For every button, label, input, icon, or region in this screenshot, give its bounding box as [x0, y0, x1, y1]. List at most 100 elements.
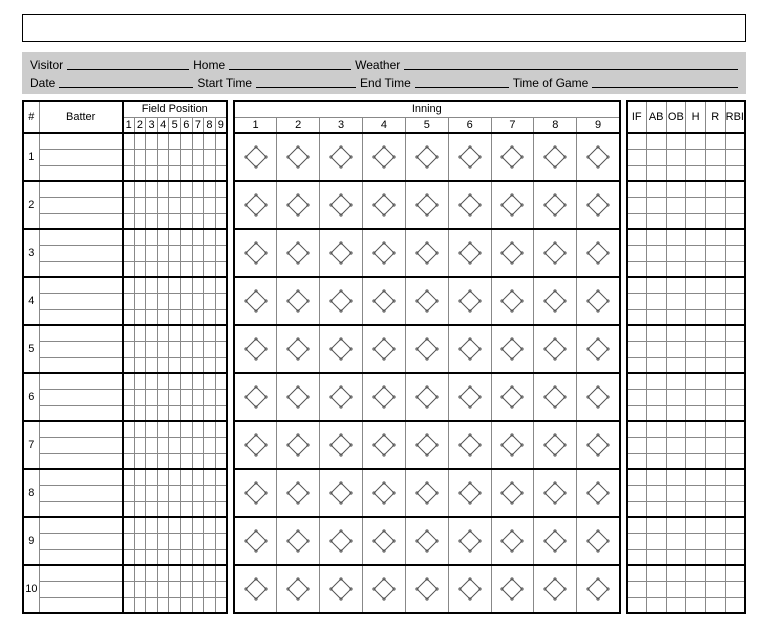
fp-cell[interactable] [215, 309, 227, 325]
fp-cell[interactable] [204, 277, 216, 293]
inning-diamond[interactable] [405, 133, 448, 181]
fp-cell[interactable] [181, 389, 193, 405]
fp-cell[interactable] [215, 325, 227, 341]
inning-diamond[interactable] [277, 325, 320, 373]
stat-cell[interactable] [646, 341, 666, 357]
fp-cell[interactable] [123, 533, 135, 549]
fp-cell[interactable] [157, 469, 169, 485]
stat-cell[interactable] [705, 325, 725, 341]
inning-diamond[interactable] [577, 181, 620, 229]
start-time-field[interactable] [256, 74, 356, 88]
fp-cell[interactable] [123, 213, 135, 229]
fp-cell[interactable] [169, 309, 181, 325]
inning-diamond[interactable] [405, 421, 448, 469]
stat-cell[interactable] [725, 501, 745, 517]
fp-cell[interactable] [215, 373, 227, 389]
inning-diamond[interactable] [320, 229, 363, 277]
inning-diamond[interactable] [362, 373, 405, 421]
stat-cell[interactable] [627, 213, 647, 229]
fp-cell[interactable] [157, 293, 169, 309]
fp-cell[interactable] [123, 245, 135, 261]
fp-cell[interactable] [215, 549, 227, 565]
stat-cell[interactable] [627, 581, 647, 597]
stat-cell[interactable] [705, 373, 725, 389]
fp-cell[interactable] [215, 565, 227, 581]
fp-cell[interactable] [181, 405, 193, 421]
stat-cell[interactable] [646, 133, 666, 149]
inning-diamond[interactable] [320, 181, 363, 229]
fp-cell[interactable] [181, 325, 193, 341]
stat-cell[interactable] [686, 469, 706, 485]
stat-cell[interactable] [666, 149, 686, 165]
stat-cell[interactable] [705, 565, 725, 581]
fp-cell[interactable] [181, 245, 193, 261]
stat-cell[interactable] [725, 181, 745, 197]
stat-cell[interactable] [627, 453, 647, 469]
stat-cell[interactable] [725, 533, 745, 549]
fp-cell[interactable] [204, 149, 216, 165]
fp-cell[interactable] [146, 405, 158, 421]
fp-cell[interactable] [123, 133, 135, 149]
inning-diamond[interactable] [320, 469, 363, 517]
inning-diamond[interactable] [362, 181, 405, 229]
stat-cell[interactable] [686, 389, 706, 405]
visitor-field[interactable] [67, 56, 189, 70]
fp-cell[interactable] [204, 261, 216, 277]
fp-cell[interactable] [192, 229, 204, 245]
fp-cell[interactable] [169, 165, 181, 181]
inning-diamond[interactable] [534, 133, 577, 181]
fp-cell[interactable] [192, 485, 204, 501]
stat-cell[interactable] [686, 277, 706, 293]
fp-cell[interactable] [134, 165, 146, 181]
fp-cell[interactable] [123, 597, 135, 613]
stat-cell[interactable] [705, 357, 725, 373]
stat-cell[interactable] [725, 405, 745, 421]
fp-cell[interactable] [192, 341, 204, 357]
inning-diamond[interactable] [534, 373, 577, 421]
fp-cell[interactable] [204, 357, 216, 373]
fp-cell[interactable] [123, 357, 135, 373]
fp-cell[interactable] [134, 581, 146, 597]
batter-name-cell[interactable] [39, 437, 122, 453]
inning-diamond[interactable] [534, 469, 577, 517]
stat-cell[interactable] [627, 533, 647, 549]
batter-name-cell[interactable] [39, 389, 122, 405]
fp-cell[interactable] [157, 357, 169, 373]
stat-cell[interactable] [705, 501, 725, 517]
fp-cell[interactable] [181, 485, 193, 501]
fp-cell[interactable] [204, 517, 216, 533]
inning-diamond[interactable] [577, 469, 620, 517]
inning-diamond[interactable] [277, 133, 320, 181]
fp-cell[interactable] [181, 309, 193, 325]
stat-cell[interactable] [627, 325, 647, 341]
batter-name-cell[interactable] [39, 485, 122, 501]
end-time-field[interactable] [415, 74, 509, 88]
inning-diamond[interactable] [234, 181, 277, 229]
stat-cell[interactable] [646, 437, 666, 453]
inning-diamond[interactable] [448, 517, 491, 565]
stat-cell[interactable] [686, 421, 706, 437]
fp-cell[interactable] [134, 405, 146, 421]
stat-cell[interactable] [646, 469, 666, 485]
stat-cell[interactable] [666, 501, 686, 517]
inning-diamond[interactable] [405, 469, 448, 517]
inning-diamond[interactable] [534, 229, 577, 277]
fp-cell[interactable] [157, 277, 169, 293]
fp-cell[interactable] [123, 501, 135, 517]
fp-cell[interactable] [169, 453, 181, 469]
stat-cell[interactable] [705, 261, 725, 277]
fp-cell[interactable] [181, 165, 193, 181]
fp-cell[interactable] [215, 245, 227, 261]
fp-cell[interactable] [134, 293, 146, 309]
inning-diamond[interactable] [320, 277, 363, 325]
inning-diamond[interactable] [234, 325, 277, 373]
fp-cell[interactable] [146, 133, 158, 149]
stat-cell[interactable] [705, 533, 725, 549]
stat-cell[interactable] [666, 373, 686, 389]
inning-diamond[interactable] [577, 277, 620, 325]
batter-name-cell[interactable] [39, 165, 122, 181]
fp-cell[interactable] [123, 293, 135, 309]
fp-cell[interactable] [134, 501, 146, 517]
stat-cell[interactable] [627, 181, 647, 197]
fp-cell[interactable] [192, 517, 204, 533]
